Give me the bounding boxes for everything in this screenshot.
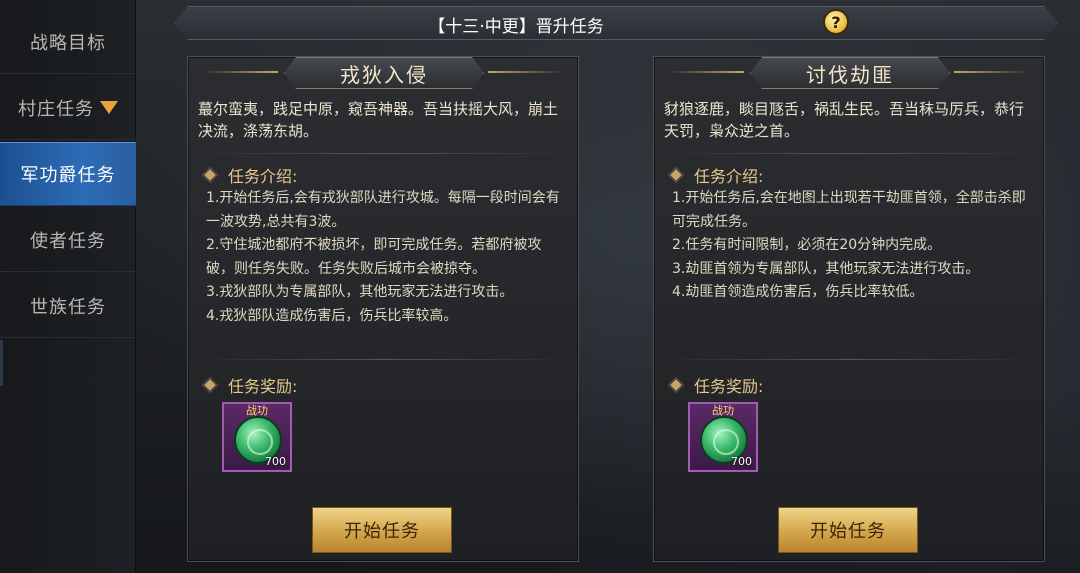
task-name: 讨伐劫匪 — [806, 62, 894, 87]
sidebar-item-clan-tasks[interactable]: 世族任务 — [0, 274, 136, 338]
diamond-bullet-icon — [204, 379, 216, 391]
start-task-button[interactable]: 开始任务 — [312, 507, 452, 553]
rule-item: 1.开始任务后,会有戎狄部队进行攻城。每隔一段时间会有一波攻势,总共有3波。 — [206, 190, 560, 230]
sidebar-item-military-merit-tasks[interactable]: 军功爵任务 — [0, 142, 136, 206]
rule-item: 1.开始任务后,会在地图上出现若干劫匪首领，全部击杀即可完成任务。 — [672, 190, 1026, 230]
header-decoration — [954, 71, 1030, 73]
section-heading: 任务介绍: — [204, 163, 298, 187]
reward-item[interactable]: 战功 700 — [222, 402, 292, 472]
reward-title: 任务奖励: — [694, 377, 764, 396]
reward-heading: 任务奖励: — [204, 373, 298, 397]
title-bar — [174, 6, 1058, 40]
rule-item: 3.劫匪首领为专属部队，其他玩家无法进行攻击。 — [672, 260, 980, 277]
header-decoration — [202, 71, 278, 73]
help-icon[interactable]: ? — [823, 9, 849, 35]
rule-item: 4.戎狄部队造成伤害后，伤兵比率较高。 — [206, 307, 458, 324]
sidebar-item-village-tasks[interactable]: 村庄任务 — [0, 76, 136, 140]
header-decoration — [668, 71, 744, 73]
sidebar-item-label: 军功爵任务 — [20, 165, 116, 186]
header-decoration — [488, 71, 564, 73]
sidebar-item-label: 世族任务 — [30, 296, 106, 318]
task-rules: 1.开始任务后,会有戎狄部队进行攻城。每隔一段时间会有一波攻势,总共有3波。 2… — [206, 187, 568, 328]
task-panel-rongdi-invasion: 戎狄入侵 蕞尔蛮夷，践足中原，窥吾神器。吾当扶摇大风，崩土决流，涤荡东胡。 任务… — [187, 56, 579, 562]
sidebar-item-envoy-tasks[interactable]: 使者任务 — [0, 208, 136, 272]
sidebar-item-strategy-goal[interactable]: 战略目标 — [0, 10, 136, 74]
divider — [664, 153, 1036, 154]
task-intro: 蕞尔蛮夷，践足中原，窥吾神器。吾当扶摇大风，崩土决流，涤荡东胡。 — [198, 100, 559, 140]
panel-header: 讨伐劫匪 — [750, 57, 950, 89]
rule-item: 3.戎狄部队为专属部队，其他玩家无法进行攻击。 — [206, 284, 514, 300]
page-title: 【十三·中更】晋升任务 — [428, 17, 604, 37]
reward-item[interactable]: 战功 700 — [688, 402, 758, 472]
sidebar-scroll-marker — [0, 340, 3, 386]
diamond-bullet-icon — [670, 379, 682, 391]
sidebar: 战略目标 村庄任务 军功爵任务 使者任务 世族任务 — [0, 0, 136, 573]
task-rules: 1.开始任务后,会在地图上出现若干劫匪首领，全部击杀即可完成任务。 2.任务有时… — [672, 187, 1034, 305]
reward-title: 任务奖励: — [228, 377, 298, 396]
section-title: 任务介绍: — [228, 167, 298, 186]
section-title: 任务介绍: — [694, 167, 764, 186]
reward-heading: 任务奖励: — [670, 373, 764, 397]
reward-count: 700 — [265, 455, 286, 468]
panel-header: 戎狄入侵 — [284, 57, 484, 89]
diamond-bullet-icon — [204, 169, 216, 181]
sidebar-item-label: 村庄任务 — [18, 98, 94, 120]
task-name: 戎狄入侵 — [340, 62, 428, 87]
diamond-bullet-icon — [670, 169, 682, 181]
sidebar-item-label: 使者任务 — [30, 230, 106, 252]
task-intro: 豺狼逐鹿，睒目豗舌，祸乱生民。吾当秣马厉兵，恭行天罚，枭众逆之首。 — [664, 100, 1025, 140]
sidebar-item-label: 战略目标 — [30, 32, 106, 54]
rule-item: 2.任务有时间限制，必须在20分钟内完成。 — [672, 237, 942, 253]
task-panel-suppress-bandits: 讨伐劫匪 豺狼逐鹿，睒目豗舌，祸乱生民。吾当秣马厉兵，恭行天罚，枭众逆之首。 任… — [653, 56, 1045, 562]
start-task-button[interactable]: 开始任务 — [778, 507, 918, 553]
divider — [664, 359, 1036, 360]
divider — [198, 153, 570, 154]
divider — [198, 359, 570, 360]
rule-item: 2.守住城池都府不被损坏，即可完成任务。若都府被攻破，则任务失败。任务失败后城市… — [206, 237, 542, 277]
section-heading: 任务介绍: — [670, 163, 764, 187]
reward-count: 700 — [731, 455, 752, 468]
rule-item: 4.劫匪首领造成伤害后，伤兵比率较低。 — [672, 284, 924, 300]
expand-triangle-icon — [100, 101, 118, 114]
